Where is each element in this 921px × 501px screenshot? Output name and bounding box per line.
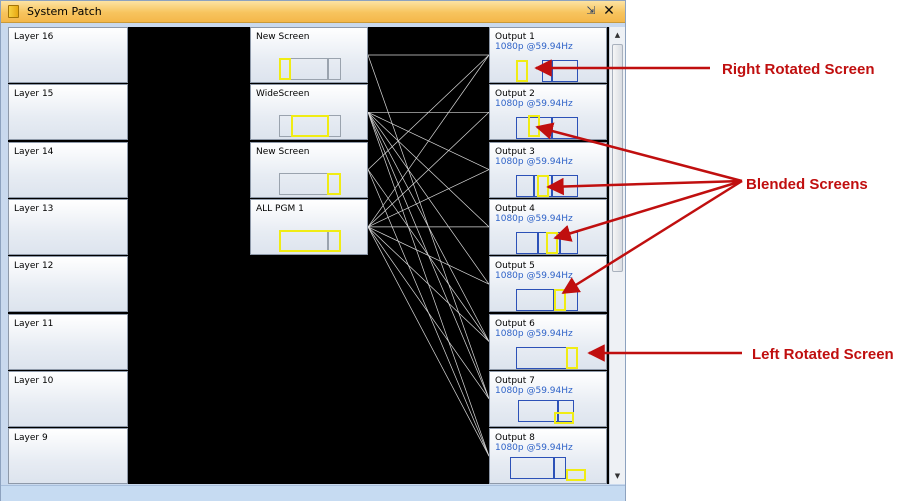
output-region [516, 60, 528, 82]
output-preview-frame [542, 60, 552, 82]
layer-label: Layer 16 [14, 32, 54, 42]
output-resolution: 1080p @59.94Hz [495, 385, 573, 396]
screen-label: WideScreen [256, 89, 310, 100]
output-preview-frame [552, 174, 578, 197]
layer-tile[interactable]: Layer 11 [8, 313, 128, 370]
title-bar[interactable]: System Patch ⇲ ✕ [1, 1, 625, 23]
output-label: Output 2 [495, 89, 535, 100]
output-label: Output 6 [495, 318, 535, 329]
layer-label: Layer 12 [14, 261, 54, 272]
layer-tile[interactable]: Layer 12 [8, 256, 128, 313]
vertical-scrollbar[interactable]: ▲ ▼ [609, 27, 625, 484]
output-region [528, 115, 540, 138]
patch-line [367, 226, 490, 457]
patch-canvas: Layer 16 Layer 15 Layer 14 Layer 13 Layer 12… [8, 27, 609, 484]
annotation-left-rotated: Left Rotated Screen [752, 346, 894, 363]
output-region [566, 346, 578, 369]
output-resolution: 1080p @59.94Hz [495, 42, 573, 52]
output-region [554, 411, 574, 424]
output-tile[interactable]: Output 4 1080p @59.94Hz [489, 198, 607, 255]
pin-icon[interactable]: ⇲ [584, 4, 598, 18]
output-preview-frame [552, 117, 578, 140]
patch-line [367, 112, 490, 457]
output-tile[interactable]: Output 8 1080p @59.94Hz [489, 428, 607, 484]
layer-tile[interactable]: Layer 13 [8, 198, 128, 255]
output-label: Output 3 [495, 146, 535, 157]
screen-region [279, 229, 341, 252]
output-preview-frame [516, 231, 538, 254]
close-icon[interactable]: ✕ [602, 3, 616, 19]
output-preview-frame [518, 399, 558, 422]
layer-label: Layer 11 [14, 318, 54, 329]
layer-label: Layer 9 [14, 433, 48, 444]
output-label: Output 1 [495, 32, 535, 42]
output-tile[interactable]: Output 1 1080p @59.94Hz [489, 27, 607, 83]
screen-preview-divider [327, 58, 329, 80]
layer-label: Layer 14 [14, 146, 54, 157]
screen-label: New Screen [256, 32, 310, 42]
output-tile[interactable]: Output 6 1080p @59.94Hz [489, 313, 607, 370]
screen-region [327, 172, 341, 195]
output-preview-frame [552, 60, 578, 82]
output-resolution: 1080p @59.94Hz [495, 271, 573, 282]
output-resolution: 1080p @59.94Hz [495, 156, 573, 167]
patch-line [367, 169, 490, 457]
window-icon [8, 5, 19, 18]
layer-tile[interactable]: Layer 16 [8, 27, 128, 83]
screen-tile[interactable]: New Screen [250, 27, 368, 83]
screen-label: ALL PGM 1 [256, 203, 304, 214]
layer-tile[interactable]: Layer 9 [8, 428, 128, 484]
patch-line [367, 226, 490, 285]
output-tile[interactable]: Output 2 1080p @59.94Hz [489, 84, 607, 141]
output-label: Output 5 [495, 261, 535, 272]
layer-label: Layer 15 [14, 89, 54, 100]
patch-line [367, 54, 490, 228]
system-patch-window: System Patch ⇲ ✕ Layer 16 Layer 15 Layer 1… [0, 0, 626, 501]
output-region [554, 289, 566, 312]
screen-tile[interactable]: WideScreen [250, 84, 368, 141]
output-resolution: 1080p @59.94Hz [495, 213, 573, 224]
window-title: System Patch [27, 5, 102, 18]
patch-line [367, 169, 490, 228]
output-preview-frame [554, 457, 566, 480]
screen-tile[interactable]: ALL PGM 1 [250, 198, 368, 255]
scroll-up-arrow-icon[interactable]: ▲ [610, 27, 625, 43]
output-preview-frame [516, 289, 554, 312]
scroll-down-arrow-icon[interactable]: ▼ [610, 468, 625, 484]
output-label: Output 4 [495, 203, 535, 214]
output-resolution: 1080p @59.94Hz [495, 99, 573, 110]
screen-tile[interactable]: New Screen [250, 141, 368, 198]
layer-tile[interactable]: Layer 14 [8, 141, 128, 198]
layer-label: Layer 10 [14, 375, 54, 386]
output-resolution: 1080p @59.94Hz [495, 328, 573, 339]
output-tile[interactable]: Output 3 1080p @59.94Hz [489, 141, 607, 198]
output-label: Output 7 [495, 375, 535, 386]
output-resolution: 1080p @59.94Hz [495, 443, 573, 454]
annotation-right-rotated: Right Rotated Screen [722, 61, 875, 78]
output-preview-frame [560, 231, 578, 254]
layer-tile[interactable]: Layer 10 [8, 370, 128, 427]
annotation-blended: Blended Screens [746, 176, 868, 193]
status-bar [1, 485, 625, 501]
scroll-thumb[interactable] [612, 44, 623, 272]
output-region [546, 231, 558, 254]
screen-label: New Screen [256, 146, 310, 157]
output-region [566, 469, 586, 482]
output-label: Output 8 [495, 433, 535, 444]
output-tile[interactable]: Output 5 1080p @59.94Hz [489, 256, 607, 313]
screen-region [279, 58, 291, 80]
output-tile[interactable]: Output 7 1080p @59.94Hz [489, 370, 607, 427]
layer-tile[interactable]: Layer 15 [8, 84, 128, 141]
output-preview-frame [516, 174, 534, 197]
screen-region [291, 115, 329, 138]
layer-label: Layer 13 [14, 203, 54, 214]
output-region [537, 174, 549, 197]
output-preview-frame [510, 457, 554, 480]
